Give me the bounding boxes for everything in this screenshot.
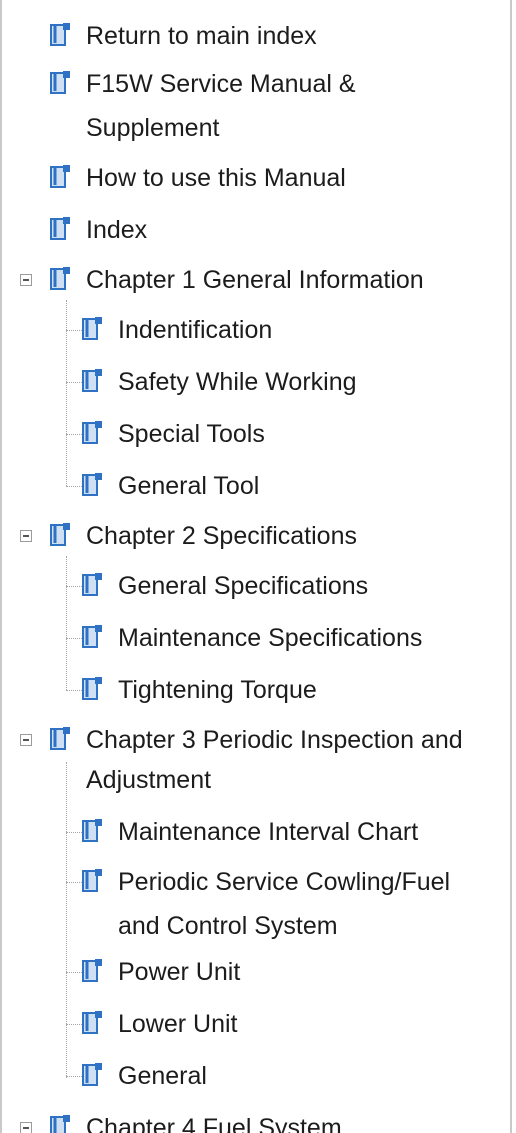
tree-connector-line xyxy=(66,690,82,691)
tree-item-how-to-use-this-manual[interactable]: How to use this Manual xyxy=(2,154,502,202)
help-page-icon xyxy=(50,70,72,96)
help-page-icon xyxy=(50,726,72,752)
tree-connector-line xyxy=(66,1076,82,1077)
tree-connector-line xyxy=(66,330,82,331)
tree-item-indentification[interactable]: Indentification xyxy=(2,306,502,354)
tree-item-label: How to use this Manual xyxy=(86,164,346,192)
tree-connector-line xyxy=(66,586,82,587)
help-page-icon xyxy=(82,1062,104,1088)
tree-item-index[interactable]: Index xyxy=(2,206,502,254)
tree-item-label: Tightening Torque xyxy=(118,676,317,704)
tree-item-label: Indentification xyxy=(118,316,273,344)
tree-item-label-line2: Adjustment xyxy=(86,766,212,794)
tree-item-label: Safety While Working xyxy=(118,368,357,396)
tree-item-label: Maintenance Interval Chart xyxy=(118,818,419,846)
tree-item-label: Chapter 4 Fuel System xyxy=(86,1114,342,1133)
tree-item-chapter-4[interactable]: Chapter 4 Fuel System xyxy=(2,1104,502,1133)
collapse-toggle-icon[interactable] xyxy=(20,274,32,286)
help-page-icon xyxy=(82,1010,104,1036)
help-page-icon xyxy=(82,572,104,598)
tree-item-maintenance-interval-chart[interactable]: Maintenance Interval Chart xyxy=(2,808,502,856)
tree-item-periodic-service-cowling[interactable]: Periodic Service Cowling/Fuel and Contro… xyxy=(2,858,502,954)
help-page-icon xyxy=(82,368,104,394)
tree-item-label-line2: and Control System xyxy=(118,912,338,940)
tree-connector-line xyxy=(66,486,82,487)
collapse-toggle-icon[interactable] xyxy=(20,530,32,542)
tree-item-chapter-3[interactable]: Chapter 3 Periodic Inspection and Adjust… xyxy=(2,716,502,812)
help-page-icon xyxy=(82,676,104,702)
tree-item-chapter-2[interactable]: Chapter 2 Specifications xyxy=(2,512,502,560)
tree-connector-line xyxy=(66,434,82,435)
tree-item-general-specifications[interactable]: General Specifications xyxy=(2,562,502,610)
tree-connector-line xyxy=(66,882,82,883)
tree-item-chapter-1[interactable]: Chapter 1 General Information xyxy=(2,256,502,304)
help-page-icon xyxy=(50,522,72,548)
help-page-icon xyxy=(50,22,72,48)
help-page-icon xyxy=(82,624,104,650)
tree-item-safety-while-working[interactable]: Safety While Working xyxy=(2,358,502,406)
collapse-toggle-icon[interactable] xyxy=(20,1122,32,1133)
tree-item-special-tools[interactable]: Special Tools xyxy=(2,410,502,458)
tree-item-label: Lower Unit xyxy=(118,1010,238,1038)
tree-connector-line xyxy=(66,1024,82,1025)
tree-item-label: Special Tools xyxy=(118,420,265,448)
tree-item-label: General xyxy=(118,1062,207,1090)
tree-item-label: Chapter 2 Specifications xyxy=(86,522,357,550)
tree-connector-line xyxy=(66,382,82,383)
tree-item-power-unit[interactable]: Power Unit xyxy=(2,948,502,996)
help-contents-tree-panel: Return to main index F15W Service Manual… xyxy=(0,0,512,1133)
help-page-icon xyxy=(50,1114,72,1133)
tree-connector-line xyxy=(66,832,82,833)
tree-item-label: Power Unit xyxy=(118,958,241,986)
help-page-icon xyxy=(50,266,72,292)
tree-item-general[interactable]: General xyxy=(2,1052,502,1100)
tree-item-label: Chapter 1 General Information xyxy=(86,266,424,294)
tree-item-label-line1: Periodic Service Cowling/Fuel xyxy=(118,868,451,896)
tree-item-label: General Specifications xyxy=(118,572,369,600)
tree-item-label-line1: F15W Service Manual & xyxy=(86,70,356,98)
help-page-icon xyxy=(82,818,104,844)
help-page-icon xyxy=(82,316,104,342)
tree-item-label: General Tool xyxy=(118,472,260,500)
help-page-icon xyxy=(82,958,104,984)
tree-item-f15w-service-manual[interactable]: F15W Service Manual & Supplement xyxy=(2,60,502,156)
tree-connector-line xyxy=(66,638,82,639)
tree-item-label-line2: Supplement xyxy=(86,114,220,142)
help-page-icon xyxy=(82,472,104,498)
tree-item-tightening-torque[interactable]: Tightening Torque xyxy=(2,666,502,714)
help-page-icon xyxy=(82,868,104,894)
help-page-icon xyxy=(82,420,104,446)
tree-item-general-tool[interactable]: General Tool xyxy=(2,462,502,510)
help-page-icon xyxy=(50,216,72,242)
tree-item-label: Return to main index xyxy=(86,22,317,50)
tree-connector-line xyxy=(66,972,82,973)
tree-item-label: Index xyxy=(86,216,148,244)
collapse-toggle-icon[interactable] xyxy=(20,734,32,746)
help-page-icon xyxy=(50,164,72,190)
tree-item-maintenance-specifications[interactable]: Maintenance Specifications xyxy=(2,614,502,662)
tree-item-lower-unit[interactable]: Lower Unit xyxy=(2,1000,502,1048)
tree-item-label: Maintenance Specifications xyxy=(118,624,423,652)
tree-item-return-to-main-index[interactable]: Return to main index xyxy=(2,12,502,60)
